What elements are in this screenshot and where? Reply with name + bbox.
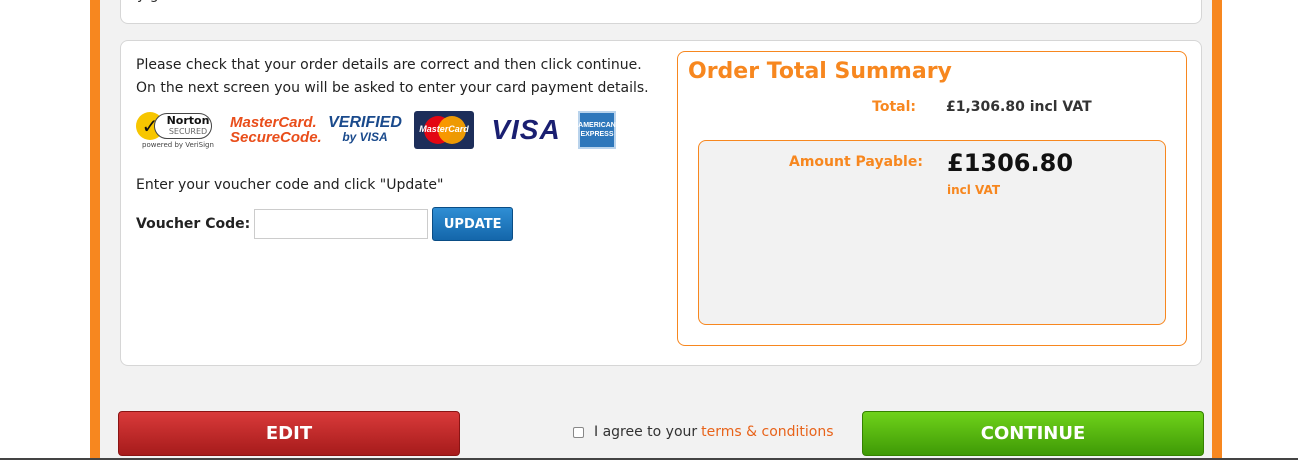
mastercard-logo: MasterCard xyxy=(414,111,474,149)
norton-brand-text: Norton xyxy=(166,114,210,127)
american-express-logo: AMERICAN EXPRESS xyxy=(578,111,616,149)
order-instructions: Please check that your order details are… xyxy=(136,54,666,100)
previous-section-text: y g xyxy=(137,0,159,3)
amount-payable-label: Amount Payable: xyxy=(789,154,923,170)
terms-agreement: I agree to your terms & conditions xyxy=(573,424,834,440)
total-value: £1,306.80 incl VAT xyxy=(946,99,1092,115)
voucher-code-input[interactable] xyxy=(254,209,429,239)
amount-payable-value: £1306.80 xyxy=(947,149,1074,177)
mastercard-securecode-logo: MasterCard. SecureCode. xyxy=(230,114,322,145)
mastercard-securecode-line2: SecureCode. xyxy=(230,129,322,146)
amount-payable-box: Amount Payable: £1306.80 incl VAT xyxy=(698,140,1166,325)
total-label: Total: xyxy=(872,99,916,115)
agree-terms-checkbox[interactable] xyxy=(573,426,584,438)
summary-title: Order Total Summary xyxy=(688,59,952,84)
mastercard-logo-text: MasterCard xyxy=(419,124,469,134)
voucher-help-text: Enter your voucher code and click "Updat… xyxy=(136,177,444,193)
instructions-line-1: Please check that your order details are… xyxy=(136,57,642,73)
verified-by-visa-line1: VERIFIED xyxy=(328,114,402,131)
mastercard-securecode-line1: MasterCard. xyxy=(230,114,317,131)
voucher-row: Voucher Code: UPDATE xyxy=(136,207,514,241)
instructions-line-2: On the next screen you will be asked to … xyxy=(136,80,649,96)
visa-logo: VISA xyxy=(491,114,561,145)
update-voucher-button[interactable]: UPDATE xyxy=(432,207,514,241)
amount-payable-vat: incl VAT xyxy=(947,183,1001,197)
norton-secured-logo: ✓ Norton SECURED powered by VeriSign xyxy=(136,109,216,151)
continue-button[interactable]: CONTINUE xyxy=(862,411,1204,456)
payment-logos: ✓ Norton SECURED powered by VeriSign Mas… xyxy=(136,107,616,153)
order-confirmation-panel: Please check that your order details are… xyxy=(120,40,1202,366)
edit-button[interactable]: EDIT xyxy=(118,411,460,456)
previous-section-panel: y g xyxy=(120,0,1202,24)
verified-by-visa-logo: VERIFIED by VISA xyxy=(328,114,402,145)
norton-powered-by-text: powered by VeriSign xyxy=(142,141,214,149)
agree-text: I agree to your xyxy=(594,424,698,440)
verified-by-visa-line2: by VISA xyxy=(342,130,388,144)
order-total-summary: Order Total Summary Total: £1,306.80 inc… xyxy=(677,51,1187,346)
amex-line1: AMERICAN xyxy=(578,122,616,129)
amex-line2: EXPRESS xyxy=(580,131,614,138)
norton-secured-text: SECURED xyxy=(168,127,208,136)
terms-conditions-link[interactable]: terms & conditions xyxy=(701,424,833,440)
voucher-code-label: Voucher Code: xyxy=(136,216,251,232)
